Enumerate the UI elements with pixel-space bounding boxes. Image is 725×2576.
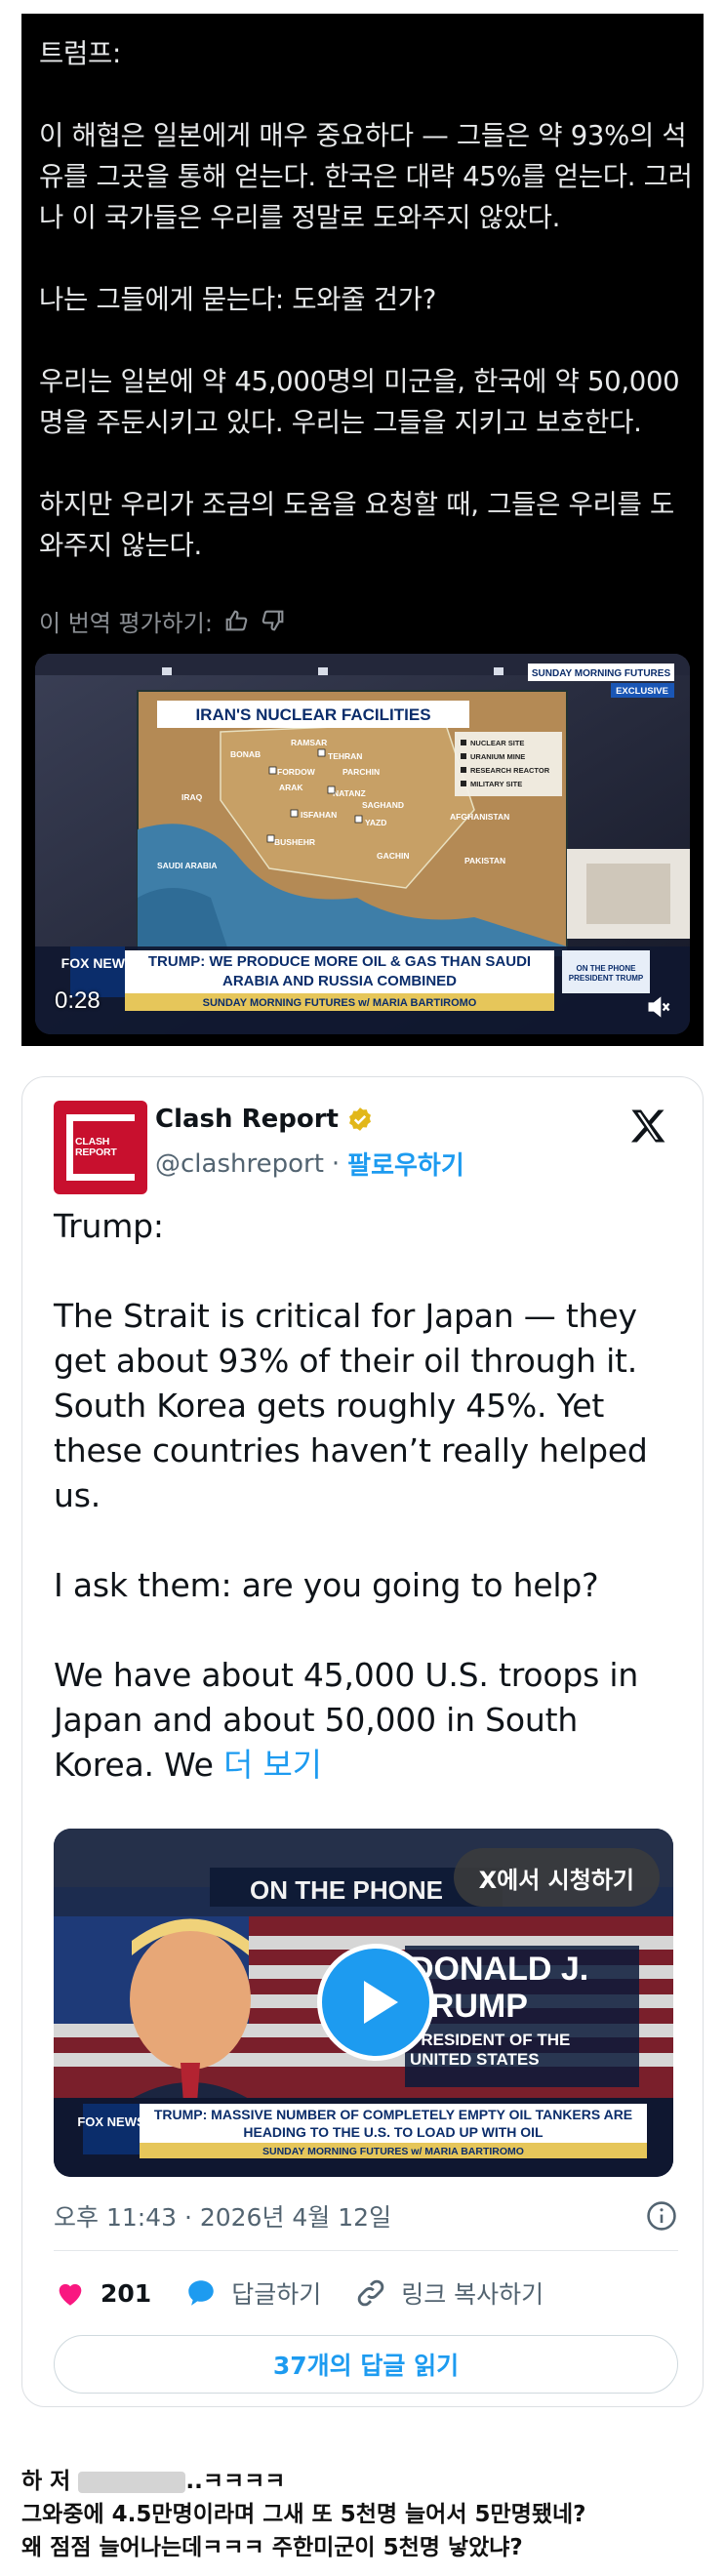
- copy-link-button[interactable]: 링크 복사하기: [354, 2275, 544, 2311]
- map-place: PAKISTAN: [464, 856, 505, 865]
- like-button[interactable]: 201: [54, 2276, 151, 2310]
- avatar[interactable]: CLASH REPORT: [54, 1101, 147, 1194]
- map-place: BONAB: [230, 749, 261, 759]
- account-name[interactable]: Clash Report: [155, 1105, 339, 1134]
- video-player-fox-map[interactable]: IRAN'S NUCLEAR FACILITIES NUCLEAR SITE U…: [35, 654, 690, 1034]
- video-headline: TRUMP: MASSIVE NUMBER OF COMPLETELY EMPT…: [153, 2107, 633, 2140]
- tweet-timestamp[interactable]: 오후 11:43 · 2026년 4월 12일: [54, 2198, 391, 2234]
- video-subline: SUNDAY MORNING FUTURES w/ MARIA BARTIROM…: [262, 2146, 524, 2157]
- tweet-body: Trump: The Strait is critical for Japan …: [54, 1207, 648, 1784]
- map-place: YAZD: [365, 818, 386, 827]
- play-button[interactable]: [317, 1944, 434, 2061]
- video-headline: TRUMP: WE PRODUCE MORE OIL & GAS THAN SA…: [147, 953, 532, 989]
- info-icon[interactable]: [645, 2199, 678, 2233]
- map-place: RAMSAR: [291, 738, 327, 747]
- map-place: SAUDI ARABIA: [157, 861, 218, 870]
- tweet-card[interactable]: CLASH REPORT Clash Report @clashreport ·…: [21, 1076, 704, 2407]
- comment-line: 그와중에 4.5만명이라며 그새 또 5천명 늘어서 5만명됐네?: [21, 2502, 586, 2527]
- video-time: 0:28: [55, 987, 101, 1014]
- video-frame-map: IRAN'S NUCLEAR FACILITIES NUCLEAR SITE U…: [35, 654, 690, 1034]
- x-logo-icon[interactable]: [626, 1105, 669, 1147]
- legend-item: URANIUM MINE: [470, 752, 525, 761]
- reply-button[interactable]: 답글하기: [184, 2275, 321, 2311]
- map-place: FORDOW: [277, 767, 316, 777]
- separator-dot: ·: [331, 1148, 341, 1179]
- fox-news-logo: FOX NEWS: [61, 955, 135, 971]
- title-graphic: PRESIDENT OF THE UNITED STATES: [410, 2031, 571, 2069]
- map-place: GACHIN: [377, 851, 410, 861]
- map-place: AFGHANISTAN: [450, 812, 509, 822]
- account-handle[interactable]: @clashreport: [155, 1149, 324, 1179]
- thumbs-up-icon[interactable]: [222, 607, 250, 634]
- read-replies-button[interactable]: 37개의 답글 읽기: [54, 2335, 678, 2394]
- divider: [54, 2250, 678, 2251]
- mute-icon[interactable]: [645, 993, 672, 1021]
- actions-row: 201 답글하기 링크 복사하기: [54, 2270, 678, 2316]
- watch-on-x-button[interactable]: X에서 시청하기: [453, 1848, 660, 1907]
- map-place: SAGHAND: [362, 800, 404, 810]
- name-graphic: DONALD J. TRUMP: [410, 1951, 589, 2025]
- map-place: BUSHEHR: [274, 837, 315, 847]
- map-place: TEHRAN: [328, 751, 362, 761]
- translated-post: 트럼프: 이 해협은 일본에게 매우 중요하다 — 그들은 약 93%의 석유를…: [21, 14, 704, 1046]
- map-place: NATANZ: [333, 788, 366, 798]
- verified-badge-icon: [349, 1107, 371, 1131]
- fox-news-logo: FOX NEWS: [77, 2114, 145, 2129]
- comment-line: 왜 점점 늘어나는데ㅋㅋㅋ 주한미군이 5천명 낳았냐?: [21, 2535, 523, 2560]
- timestamp-row: 오후 11:43 · 2026년 4월 12일: [54, 2194, 678, 2237]
- exclusive-badge: EXCLUSIVE: [616, 686, 668, 697]
- video-subline: SUNDAY MORNING FUTURES w/ MARIA BARTIROM…: [203, 997, 477, 1009]
- account-handle-row: @clashreport · 팔로우하기: [155, 1146, 464, 1182]
- legend-item: RESEARCH REACTOR: [470, 766, 550, 775]
- play-icon: [364, 1981, 398, 2024]
- account-name-row[interactable]: Clash Report: [155, 1105, 374, 1134]
- rate-translation-label: 이 번역 평가하기:: [39, 609, 213, 637]
- heart-icon: [59, 2283, 82, 2306]
- user-comment: 하 저 ..ㅋㅋㅋㅋ 그와중에 4.5만명이라며 그새 또 5천명 늘어서 5만…: [21, 2465, 705, 2564]
- speech-bubble-icon: [188, 2280, 214, 2306]
- legend-item: NUCLEAR SITE: [470, 739, 524, 747]
- show-more-link[interactable]: 더 보기: [223, 1746, 322, 1784]
- map-title: IRAN'S NUCLEAR FACILITIES: [195, 705, 430, 724]
- link-icon: [357, 2279, 384, 2307]
- rate-translation-row: 이 번역 평가하기:: [39, 601, 287, 640]
- reply-label: 답글하기: [231, 2280, 322, 2309]
- redacted-text: [78, 2471, 186, 2493]
- logo-text: CLASH REPORT: [75, 1136, 117, 1158]
- wall-text: ON THE PHONE: [250, 1875, 443, 1905]
- comment-suffix: ..ㅋㅋㅋㅋ: [185, 2469, 286, 2494]
- like-count: 201: [101, 2278, 152, 2308]
- copy-link-label: 링크 복사하기: [401, 2280, 544, 2309]
- map-place: PARCHIN: [342, 767, 380, 777]
- video-player-trump[interactable]: ON THE PHONE DONALD J. TRUMP PRESIDENT O…: [54, 1829, 673, 2177]
- comment-prefix: 하 저: [21, 2469, 71, 2494]
- map-place: ARAK: [279, 783, 303, 792]
- translated-post-text: 트럼프: 이 해협은 일본에게 매우 중요하다 — 그들은 약 93%의 석유를…: [39, 38, 693, 561]
- show-badge: SUNDAY MORNING FUTURES: [532, 668, 671, 679]
- tweet-text: Trump: The Strait is critical for Japan …: [54, 1204, 678, 1788]
- map-place: ISFAHAN: [301, 810, 337, 820]
- map-place: IRAQ: [181, 792, 203, 802]
- follow-button[interactable]: 팔로우하기: [347, 1146, 464, 1182]
- legend-item: MILITARY SITE: [470, 780, 522, 788]
- phone-tag: ON THE PHONE PRESIDENT TRUMP: [568, 964, 644, 983]
- thumbs-down-icon[interactable]: [260, 607, 287, 634]
